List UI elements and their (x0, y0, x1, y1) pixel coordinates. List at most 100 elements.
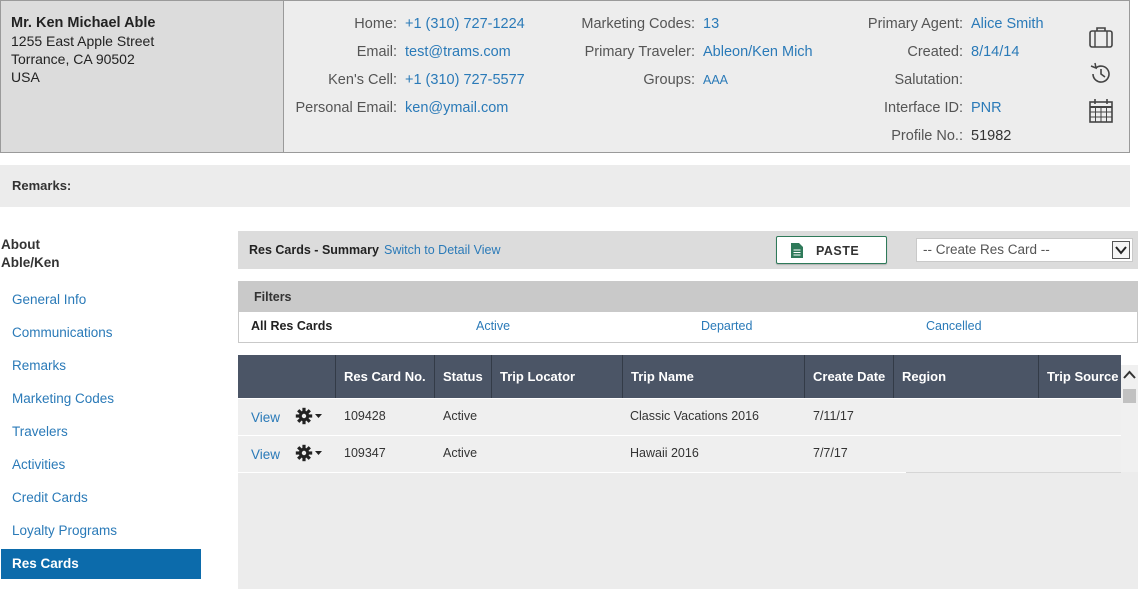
primary-agent-link[interactable]: Alice Smith (971, 15, 1044, 33)
filter-all-res-cards[interactable]: All Res Cards (251, 319, 332, 333)
about-heading: About Able/Ken (1, 236, 60, 272)
email-label: Email: (356, 44, 397, 60)
sidebar-item-res-cards[interactable]: Res Cards (1, 549, 201, 579)
row-divider (906, 472, 1121, 473)
column-header-trip-source[interactable]: Trip Source (1038, 355, 1121, 398)
filter-departed[interactable]: Departed (701, 319, 752, 333)
res-card-no-cell: 109347 (344, 446, 386, 460)
filter-active[interactable]: Active (476, 319, 510, 333)
salutation-label: Salutation: (894, 72, 963, 88)
home-phone-label: Home: (354, 16, 397, 32)
column-header-status[interactable]: Status (434, 355, 491, 398)
summary-toolbar: Res Cards - Summary Switch to Detail Vie… (238, 231, 1138, 269)
marketing-codes-link[interactable]: 13 (703, 15, 719, 33)
agent-fields: Primary Agent: Alice Smith Created: 8/14/1… (841, 14, 1044, 154)
table-row: View 109428 Active Classic Vacations 201… (238, 399, 1121, 436)
created-row: Created: 8/14/14 (841, 42, 1044, 70)
home-phone-link[interactable]: +1 (310) 727-1224 (405, 15, 525, 33)
create-res-card-select[interactable]: -- Create Res Card -- (916, 238, 1133, 262)
create-res-card-value: -- Create Res Card -- (923, 242, 1050, 257)
gear-icon[interactable] (295, 444, 325, 462)
paste-button-label: PASTE (816, 244, 860, 258)
created-link[interactable]: 8/14/14 (971, 43, 1019, 61)
document-icon (791, 243, 803, 258)
trip-name-cell: Classic Vacations 2016 (630, 409, 760, 423)
about-line-1: About (1, 237, 40, 252)
column-header-res-card-no[interactable]: Res Card No. (335, 355, 434, 398)
scrollbar-thumb[interactable] (1123, 389, 1136, 403)
cell-phone-link[interactable]: +1 (310) 727-5577 (405, 71, 525, 89)
remarks-label: Remarks: (12, 178, 72, 193)
briefcase-icon[interactable] (1087, 23, 1115, 51)
profile-identity: Mr. Ken Michael Able 1255 East Apple Str… (1, 1, 284, 152)
gear-icon[interactable] (295, 407, 325, 425)
switch-detail-view-link[interactable]: Switch to Detail View (384, 243, 501, 257)
profile-header: Mr. Ken Michael Able 1255 East Apple Str… (0, 0, 1130, 153)
column-header-region[interactable]: Region (893, 355, 1038, 398)
profile-no-row: Profile No.: 51982 (841, 126, 1044, 154)
groups-row: Groups: AAA (556, 70, 813, 98)
sidebar-item-activities[interactable]: Activities (1, 450, 201, 483)
sidebar-item-remarks[interactable]: Remarks (1, 351, 201, 384)
status-cell: Active (443, 409, 478, 423)
primary-agent-label: Primary Agent: (867, 16, 963, 32)
sidebar-item-marketing-codes[interactable]: Marketing Codes (1, 384, 201, 417)
marketing-fields: Marketing Codes: 13 Primary Traveler: Able… (556, 14, 813, 98)
personal-email-label: Personal Email: (295, 100, 397, 116)
trip-name-cell: Hawaii 2016 (630, 446, 699, 460)
filters-heading-label: Filters (254, 290, 292, 304)
summary-title: Res Cards - Summary (249, 243, 379, 257)
scroll-up-icon[interactable] (1121, 367, 1138, 384)
column-header-actions (238, 355, 335, 398)
groups-label: Groups: (643, 72, 695, 88)
profile-no-label: Profile No.: (891, 128, 963, 144)
marketing-codes-label: Marketing Codes: (581, 16, 695, 32)
primary-traveler-row: Primary Traveler: Ableon/Ken Mich (556, 42, 813, 70)
filter-cancelled[interactable]: Cancelled (926, 319, 982, 333)
sidebar-item-communications[interactable]: Communications (1, 318, 201, 351)
table-header: Res Card No. Status Trip Locator Trip Na… (238, 355, 1121, 398)
filters-options: All Res Cards Active Departed Cancelled (238, 312, 1138, 343)
create-date-cell: 7/11/17 (813, 409, 854, 423)
primary-agent-row: Primary Agent: Alice Smith (841, 14, 1044, 42)
table-row: View 109347 Active Hawaii 2016 7/7/17 (238, 436, 1121, 473)
groups-link[interactable]: AAA (703, 71, 728, 89)
about-line-2: Able/Ken (1, 255, 60, 270)
view-link[interactable]: View (251, 438, 280, 472)
sidebar-item-loyalty-programs[interactable]: Loyalty Programs (1, 516, 201, 549)
cell-phone-row: Ken's Cell: +1 (310) 727-5577 (287, 70, 525, 98)
column-header-trip-name[interactable]: Trip Name (622, 355, 804, 398)
profile-side-icons (1087, 23, 1117, 134)
interface-id-link[interactable]: PNR (971, 99, 1002, 117)
home-phone-row: Home: +1 (310) 727-1224 (287, 14, 525, 42)
table-empty-area (238, 472, 1138, 589)
personal-email-row: Personal Email: ken@ymail.com (287, 98, 525, 126)
primary-traveler-link[interactable]: Ableon/Ken Mich (703, 43, 813, 61)
status-cell: Active (443, 446, 478, 460)
profile-no-value: 51982 (971, 128, 1012, 144)
cell-phone-label: Ken's Cell: (328, 72, 397, 88)
profile-name: Mr. Ken Michael Able (11, 15, 156, 31)
address-line-2: Torrance, CA 90502 (11, 51, 135, 67)
res-card-no-cell: 109428 (344, 409, 386, 423)
sidebar-item-travelers[interactable]: Travelers (1, 417, 201, 450)
remarks-bar: Remarks: (0, 165, 1130, 207)
sidebar-nav: General Info Communications Remarks Mark… (1, 285, 201, 579)
history-icon[interactable] (1087, 60, 1115, 88)
sidebar-item-credit-cards[interactable]: Credit Cards (1, 483, 201, 516)
contact-fields: Home: +1 (310) 727-1224 Email: test@trams.… (287, 14, 525, 126)
column-header-trip-locator[interactable]: Trip Locator (491, 355, 622, 398)
salutation-row: Salutation: (841, 70, 1044, 98)
view-link[interactable]: View (251, 401, 280, 435)
personal-email-link[interactable]: ken@ymail.com (405, 99, 508, 117)
sidebar-item-general-info[interactable]: General Info (1, 285, 201, 318)
create-date-cell: 7/7/17 (813, 446, 848, 460)
column-header-create-date[interactable]: Create Date (804, 355, 893, 398)
address-line-1: 1255 East Apple Street (11, 33, 155, 49)
email-row: Email: test@trams.com (287, 42, 525, 70)
primary-traveler-label: Primary Traveler: (584, 44, 695, 60)
calendar-icon[interactable] (1087, 97, 1115, 125)
interface-id-row: Interface ID: PNR (841, 98, 1044, 126)
paste-button[interactable]: PASTE (776, 236, 887, 264)
email-link[interactable]: test@trams.com (405, 43, 511, 61)
